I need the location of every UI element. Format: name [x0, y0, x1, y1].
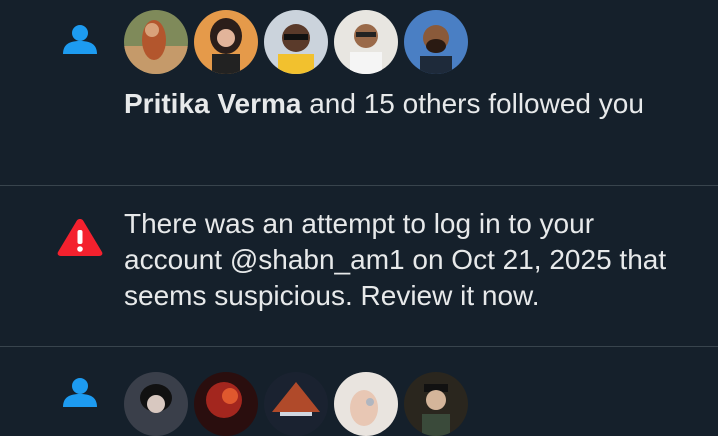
login-alert-notification[interactable]: There was an attempt to log in to your a…: [0, 186, 718, 346]
follow-notification[interactable]: Pritika Verma and 15 others followed you: [0, 0, 718, 185]
person-icon: [62, 377, 98, 412]
avatar[interactable]: [404, 10, 468, 74]
avatar[interactable]: [194, 372, 258, 436]
avatar[interactable]: [334, 372, 398, 436]
avatar[interactable]: [124, 372, 188, 436]
avatar[interactable]: [264, 372, 328, 436]
follower-name[interactable]: Pritika Verma: [124, 88, 301, 119]
avatar[interactable]: [264, 10, 328, 74]
avatar-group: [124, 372, 468, 436]
follow-text: Pritika Verma and 15 others followed you: [124, 86, 684, 122]
alert-text: There was an attempt to log in to your a…: [124, 208, 667, 311]
follow-notification[interactable]: [0, 347, 718, 436]
person-icon: [62, 24, 98, 59]
alert-icon: [56, 217, 104, 262]
follow-message: and 15 others followed you: [301, 88, 644, 119]
avatar[interactable]: [194, 10, 258, 74]
avatar[interactable]: [334, 10, 398, 74]
avatar[interactable]: [404, 372, 468, 436]
avatar[interactable]: [124, 10, 188, 74]
avatar-group: [124, 10, 468, 74]
